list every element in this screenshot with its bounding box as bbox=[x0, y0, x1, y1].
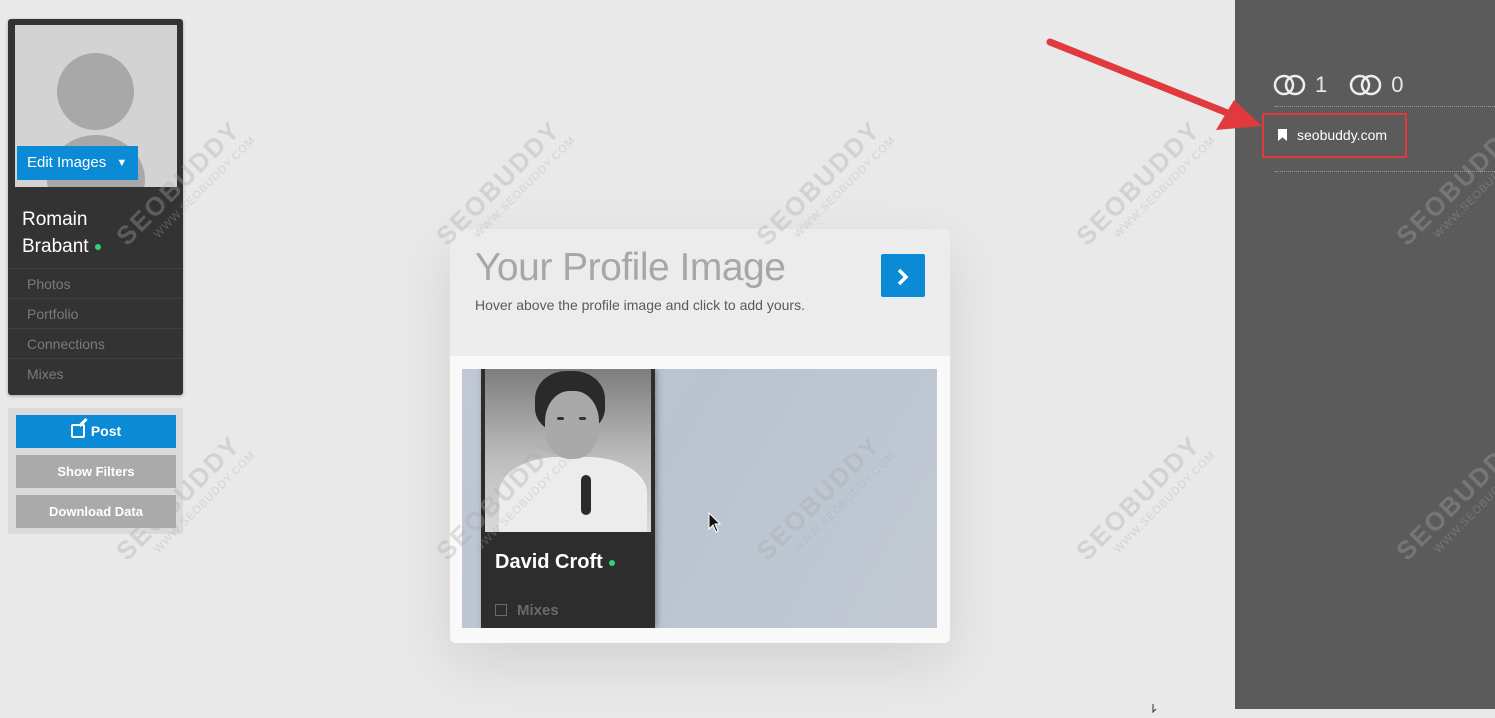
annotation-arrow-icon bbox=[1046, 38, 1262, 130]
preview-mixes: Mixes bbox=[495, 602, 559, 619]
profile-name: Romain Brabant bbox=[22, 206, 172, 260]
tour-description: Hover above the profile image and click … bbox=[475, 297, 805, 313]
nav-item-photos[interactable]: Photos bbox=[8, 268, 183, 298]
profile-first-name: Romain bbox=[22, 209, 88, 230]
tour-modal-body: David Croft Mixes bbox=[450, 356, 950, 643]
rings-icon bbox=[1350, 74, 1382, 96]
edit-icon bbox=[70, 424, 85, 438]
profile-nav: Photos Portfolio Connections Mixes bbox=[8, 268, 183, 388]
watermark: SEOBUDDYWWW.SEOBUDDY.COM bbox=[1070, 429, 1219, 567]
tour-preview-animation: David Croft Mixes bbox=[462, 369, 937, 628]
rings-icon bbox=[1273, 74, 1306, 96]
tour-modal-header: Your Profile Image Hover above the profi… bbox=[450, 229, 950, 356]
preview-mixes-label: Mixes bbox=[517, 602, 559, 619]
online-status-icon bbox=[608, 559, 615, 566]
right-sidebar: 1 0 seobuddy.com bbox=[1235, 0, 1495, 709]
website-tag-link[interactable]: seobuddy.com bbox=[1262, 113, 1407, 158]
stats-row: 1 0 bbox=[1273, 72, 1426, 98]
divider bbox=[1275, 106, 1495, 107]
bookmark-icon bbox=[1278, 129, 1287, 141]
avatar-placeholder-head bbox=[57, 53, 134, 130]
stat2-value: 0 bbox=[1391, 72, 1404, 97]
stat1-value: 1 bbox=[1315, 72, 1328, 97]
preview-photo-face bbox=[545, 391, 599, 459]
preview-name: David Croft bbox=[495, 551, 615, 574]
stat-connections[interactable]: 1 bbox=[1273, 72, 1327, 98]
edit-images-label: Edit Images bbox=[27, 154, 107, 171]
nav-item-portfolio[interactable]: Portfolio bbox=[8, 298, 183, 328]
profile-last-name: Brabant bbox=[22, 236, 89, 257]
divider bbox=[1275, 171, 1495, 172]
avatar[interactable]: Edit Images ▼ bbox=[15, 25, 177, 187]
chevron-right-icon bbox=[897, 268, 909, 286]
nav-item-mixes[interactable]: Mixes bbox=[8, 358, 183, 388]
website-tag-label: seobuddy.com bbox=[1297, 127, 1388, 143]
nav-item-connections[interactable]: Connections bbox=[8, 328, 183, 358]
mouse-cursor-icon bbox=[1152, 700, 1164, 718]
mixes-icon bbox=[495, 604, 507, 616]
chevron-down-icon: ▼ bbox=[116, 157, 128, 170]
stat-mutual[interactable]: 0 bbox=[1349, 72, 1404, 98]
preview-photo-sunglasses bbox=[581, 475, 591, 515]
tour-title: Your Profile Image bbox=[475, 246, 786, 289]
next-button[interactable] bbox=[881, 254, 925, 297]
actions-panel: Post Show Filters Download Data bbox=[8, 408, 183, 534]
post-button[interactable]: Post bbox=[16, 415, 176, 448]
profile-card: Edit Images ▼ Romain Brabant Photos Port… bbox=[8, 19, 183, 395]
preview-photo-shirt bbox=[499, 457, 647, 532]
online-status-icon bbox=[94, 243, 101, 250]
preview-profile-photo bbox=[485, 369, 651, 532]
show-filters-button[interactable]: Show Filters bbox=[16, 455, 176, 488]
tour-modal: Your Profile Image Hover above the profi… bbox=[450, 229, 950, 643]
preview-photo-eye bbox=[579, 417, 586, 420]
preview-name-text: David Croft bbox=[495, 551, 603, 573]
preview-profile-card: David Croft Mixes bbox=[481, 369, 655, 628]
download-data-button[interactable]: Download Data bbox=[16, 495, 176, 528]
post-label: Post bbox=[90, 423, 122, 439]
preview-photo-eye bbox=[557, 417, 564, 420]
edit-images-button[interactable]: Edit Images ▼ bbox=[17, 146, 138, 180]
